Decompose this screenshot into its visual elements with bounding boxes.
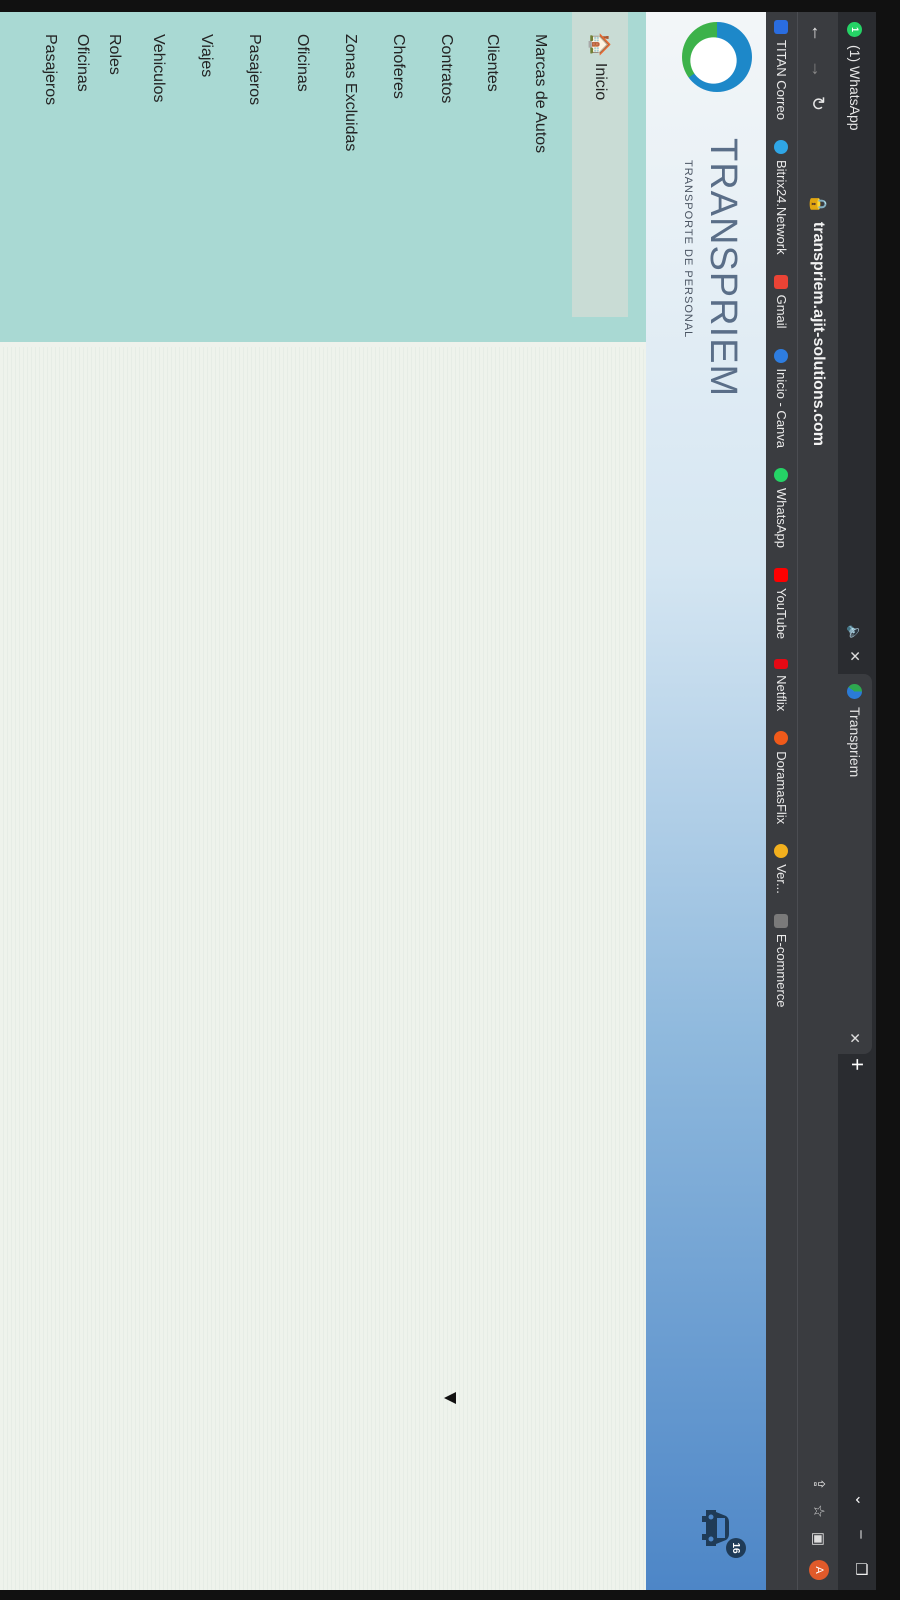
sidebar-item-label: Vehiculos	[150, 34, 167, 103]
bitrix-icon	[774, 139, 789, 154]
sidebar-item-label: Pasajeros	[246, 34, 263, 106]
tab-transpriem[interactable]: Transpriem ✕	[838, 674, 872, 1054]
sidebar-item-zonas-excluidas[interactable]: Zonas Excluidas	[334, 34, 366, 364]
sidebar-item-label: Marcas de Autos	[532, 34, 549, 154]
bookmark-label: Bitrix24.Network	[774, 159, 789, 255]
bookmark-label: Inicio - Canva	[774, 368, 789, 449]
url-field[interactable]: 🔒 transpriem.ajit-solutions.com	[808, 194, 828, 446]
lock-icon: 🔒	[809, 194, 826, 214]
mail-icon	[774, 20, 789, 34]
home-icon: 🏠	[588, 32, 611, 57]
bookmark-bitrix24[interactable]: Bitrix24.Network	[774, 139, 789, 255]
back-icon[interactable]: ←	[808, 24, 829, 42]
bookmark-label: TITAN Correo	[774, 40, 789, 120]
sidebar-item-contratos[interactable]: Contratos	[430, 34, 462, 364]
share-icon[interactable]: ⇪	[810, 1478, 828, 1491]
tab-strip: 1 (1) WhatsApp 🔈 ✕ Transpriem ✕ + ⌄ – ❐	[838, 12, 876, 1590]
ecommerce-icon	[774, 913, 789, 928]
bookmark-gmail[interactable]: Gmail	[774, 274, 789, 329]
sidebar: 🏠 Inicio Marcas de Autos Clientes Contra…	[0, 12, 646, 342]
bookmark-label: Gmail	[774, 294, 789, 329]
speaker-icon[interactable]: 🔈	[847, 625, 864, 642]
sidebar-item-label: Oficinas	[74, 34, 91, 92]
url-text: transpriem.ajit-solutions.com	[810, 221, 827, 446]
sidebar-item-label: Oficinas	[294, 34, 311, 92]
bookmark-label: DoramasFlix	[774, 751, 789, 825]
address-bar-actions: ⇪ ☆ ▣ A	[809, 1478, 829, 1580]
brand-tagline: TRANSPORTE DE PERSONAL	[682, 160, 694, 339]
sidebar-item-label: Inicio	[592, 62, 609, 101]
sidebar-item-viajes[interactable]: Viajes	[190, 34, 222, 364]
sidebar-item-marcas-de-autos[interactable]: Marcas de Autos	[524, 34, 556, 364]
profile-avatar[interactable]: A	[809, 1560, 829, 1580]
bookmark-doramasflix[interactable]: DoramasFlix	[774, 731, 789, 824]
sidebar-item-label: Clientes	[484, 34, 501, 92]
sidebar-item-label: Zonas Excluidas	[342, 34, 359, 152]
bookmark-canva[interactable]: Inicio - Canva	[774, 348, 789, 449]
bookmark-ecommerce[interactable]: E-commerce	[774, 913, 789, 1008]
gmail-icon	[774, 274, 789, 289]
minimize-icon[interactable]: –	[852, 1530, 870, 1538]
sidepanel-icon[interactable]: ▣	[810, 1532, 828, 1546]
reload-icon[interactable]: ↻	[808, 96, 829, 111]
canva-icon	[774, 348, 789, 363]
site-favicon-icon	[847, 684, 863, 699]
youtube-icon	[774, 568, 789, 582]
sidebar-item-choferes[interactable]: Choferes	[382, 34, 414, 364]
sidebar-item-label: Viajes	[198, 34, 215, 78]
bookmark-label: Ver...	[774, 864, 789, 894]
sidebar-item-pasajeros[interactable]: Pasajeros	[238, 34, 270, 364]
bookmark-label: YouTube	[774, 588, 789, 640]
bookmark-youtube[interactable]: YouTube	[774, 568, 789, 639]
sidebar-item-label: Pasajeros	[42, 34, 59, 106]
whatsapp-icon: 1	[847, 22, 863, 37]
netflix-icon	[774, 659, 789, 670]
tab-title: Transpriem	[847, 707, 863, 778]
sidebar-item-pasajeros-2[interactable]: Pasajeros	[34, 34, 66, 364]
bookmark-ver[interactable]: Ver...	[774, 844, 789, 894]
mouse-pointer-icon	[444, 1392, 456, 1404]
chevron-down-icon[interactable]: ⌄	[852, 1494, 870, 1507]
bookmark-label: WhatsApp	[774, 488, 789, 548]
sidebar-item-vehiculos[interactable]: Vehiculos	[142, 34, 174, 364]
ver-icon	[774, 844, 789, 859]
new-tab-icon[interactable]: +	[844, 1058, 870, 1071]
sidebar-item-roles[interactable]: Roles	[98, 34, 130, 364]
sidebar-item-label: Contratos	[438, 34, 455, 104]
whatsapp-icon	[774, 468, 789, 483]
bookmark-netflix[interactable]: Netflix	[774, 659, 789, 711]
app-header: TRANSPRIEM TRANSPORTE DE PERSONAL 16	[646, 12, 766, 1590]
sidebar-item-label: Choferes	[390, 34, 407, 99]
sidebar-item-inicio[interactable]: 🏠 Inicio	[572, 12, 628, 317]
bookmark-label: Netflix	[774, 675, 789, 712]
browser-window: 1 (1) WhatsApp 🔈 ✕ Transpriem ✕ + ⌄ – ❐ …	[0, 12, 876, 1590]
sidebar-item-label: Roles	[106, 34, 123, 75]
bookmark-whatsapp[interactable]: WhatsApp	[774, 468, 789, 548]
forward-icon[interactable]: →	[808, 60, 829, 78]
address-bar: ← → ↻ 🔒 transpriem.ajit-solutions.com ⇪ …	[798, 12, 838, 1590]
notification-badge: 16	[726, 1538, 746, 1558]
sidebar-item-oficinas[interactable]: Oficinas	[286, 34, 318, 364]
bookmarks-bar: TITAN Correo Bitrix24.Network Gmail Inic…	[766, 12, 798, 1590]
restore-icon[interactable]: ❐	[852, 1563, 870, 1576]
brand-name: TRANSPRIEM	[702, 138, 744, 398]
close-tab-icon[interactable]: ✕	[847, 650, 864, 662]
doramasflix-icon	[774, 731, 789, 746]
window-controls: ⌄ – ❐	[852, 1494, 870, 1576]
transpriem-logo-icon[interactable]	[682, 22, 752, 92]
sidebar-item-clientes[interactable]: Clientes	[476, 34, 508, 364]
vehicle-notifications[interactable]: 16	[696, 1506, 746, 1558]
tab-whatsapp[interactable]: 1 (1) WhatsApp 🔈 ✕	[838, 12, 872, 672]
close-tab-icon[interactable]: ✕	[847, 1032, 864, 1044]
bookmark-titan-correo[interactable]: TITAN Correo	[774, 20, 789, 120]
navigation-buttons: ← → ↻	[808, 24, 829, 154]
rotated-screen: 1 (1) WhatsApp 🔈 ✕ Transpriem ✕ + ⌄ – ❐ …	[0, 0, 900, 1600]
star-icon[interactable]: ☆	[810, 1504, 828, 1517]
tab-title: (1) WhatsApp	[847, 45, 863, 131]
bookmark-label: E-commerce	[774, 933, 789, 1008]
sidebar-item-oficinas-2[interactable]: Oficinas	[66, 34, 98, 364]
main-content	[0, 347, 646, 1590]
